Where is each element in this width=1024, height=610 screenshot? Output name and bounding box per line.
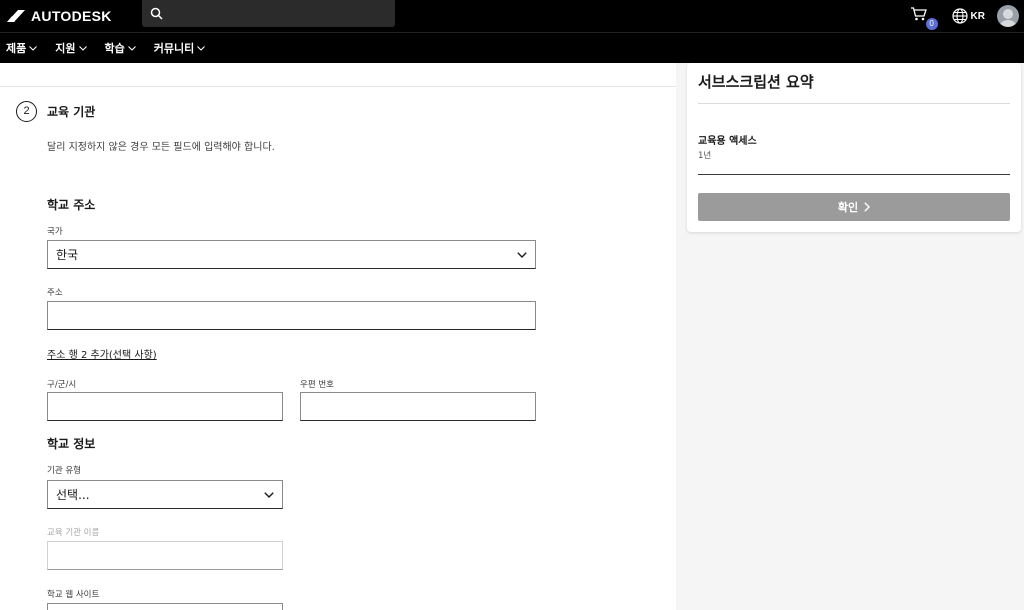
school-website-field-wrapper (47, 603, 283, 610)
city-input[interactable] (48, 393, 282, 420)
summary-item-term: 1년 (698, 151, 712, 161)
chevron-down-icon (78, 45, 87, 51)
city-label: 구/군/시 (47, 380, 77, 390)
step-number-badge: 2 (16, 101, 37, 122)
step-header: 2 교육 기관 (16, 101, 95, 122)
nav-item-label: 지원 (55, 42, 76, 55)
nav-item-label: 학습 (104, 42, 125, 55)
address-input[interactable] (48, 302, 535, 329)
school-website-input[interactable] (48, 604, 282, 610)
country-value: 한국 (56, 248, 79, 262)
nav-item-community[interactable]: 커뮤니티 (153, 40, 206, 56)
chevron-down-icon (517, 251, 527, 258)
institution-type-select[interactable]: 선택... (47, 480, 283, 509)
institution-name-input[interactable] (48, 542, 282, 569)
institution-type-value: 선택... (56, 488, 90, 502)
institution-name-label: 교육 기관 이름 (47, 528, 100, 538)
institution-type-label: 기관 유형 (47, 466, 81, 476)
address-label: 주소 (47, 288, 63, 298)
country-select[interactable]: 한국 (47, 240, 536, 269)
institution-name-field-wrapper (47, 541, 283, 570)
divider (698, 103, 1010, 104)
globe-icon (951, 8, 968, 24)
school-address-heading: 학교 주소 (47, 198, 96, 212)
search-icon (150, 7, 163, 20)
language-label: KR (970, 10, 985, 22)
confirm-button[interactable]: 확인 (698, 193, 1010, 221)
required-fields-note: 달리 지정하지 않은 경우 모든 필드에 입력해야 합니다. (47, 142, 275, 153)
school-info-heading: 학교 정보 (47, 437, 96, 451)
brand-name: AUTODESK (31, 8, 112, 24)
postal-code-label: 우편 번호 (300, 380, 334, 390)
top-bar: AUTODESK 0 KR (0, 0, 1024, 32)
nav-item-products[interactable]: 제품 (6, 40, 38, 56)
search-input[interactable] (171, 6, 381, 21)
subscription-summary-panel: 서브스크립션 요약 교육용 액세스 1년 확인 (687, 63, 1021, 232)
school-website-label: 학교 웹 사이트 (47, 590, 100, 600)
address-field-wrapper (47, 301, 536, 330)
postal-code-input[interactable] (301, 393, 535, 420)
education-form-panel: 2 교육 기관 달리 지정하지 않은 경우 모든 필드에 입력해야 합니다. 학… (0, 63, 676, 610)
cart-button[interactable]: 0 (910, 6, 938, 30)
divider (698, 174, 1010, 175)
cart-icon (910, 7, 927, 21)
chevron-down-icon (127, 45, 136, 51)
chevron-down-icon (197, 45, 206, 51)
divider (0, 86, 676, 87)
chevron-right-icon (864, 202, 871, 212)
autodesk-logo[interactable]: AUTODESK (6, 0, 112, 32)
avatar[interactable] (997, 5, 1019, 27)
nav-item-support[interactable]: 지원 (55, 40, 87, 56)
confirm-button-label: 확인 (837, 201, 859, 214)
language-selector[interactable]: KR (951, 8, 985, 24)
user-avatar-icon (1000, 9, 1016, 27)
city-field-wrapper (47, 392, 283, 421)
add-address-line-link[interactable]: 주소 행 2 추가(선택 사항) (47, 346, 157, 361)
nav-item-label: 커뮤니티 (153, 42, 195, 55)
nav-item-label: 제품 (6, 42, 27, 55)
summary-title: 서브스크립션 요약 (698, 73, 814, 91)
country-label: 국가 (47, 227, 63, 237)
search-bar[interactable] (142, 0, 395, 27)
cart-count-badge: 0 (925, 18, 938, 30)
chevron-down-icon (29, 45, 38, 51)
step-title: 교육 기관 (47, 105, 96, 119)
main-nav: 제품 지원 학습 커뮤니티 (0, 32, 1024, 63)
summary-item-name: 교육용 액세스 (698, 136, 757, 147)
postal-code-field-wrapper (300, 392, 536, 421)
nav-item-learning[interactable]: 학습 (105, 40, 136, 56)
chevron-down-icon (264, 491, 274, 498)
autodesk-logo-icon (7, 10, 25, 22)
